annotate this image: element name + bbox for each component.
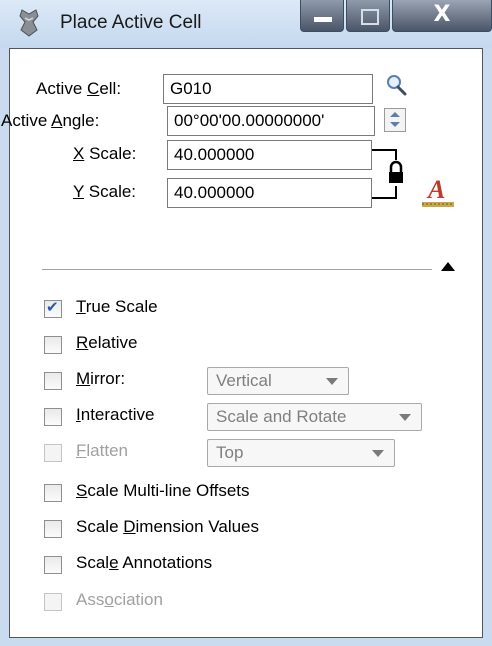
scale-multiline-checkbox[interactable] [44, 484, 62, 502]
x-scale-input[interactable]: 40.000000 [167, 140, 372, 170]
chevron-down-icon [399, 414, 411, 421]
scale-annotations-checkbox[interactable] [44, 556, 62, 574]
flatten-dropdown-value: Top [216, 443, 244, 462]
flatten-dropdown[interactable]: Top [207, 439, 395, 467]
interactive-dropdown-value: Scale and Rotate [216, 407, 347, 426]
text-style-icon[interactable]: A [420, 174, 456, 208]
mirror-checkbox[interactable] [44, 372, 62, 390]
window-frame: Place Active Cell X Active Cell: G010 Ac… [0, 0, 492, 646]
scale-annotations-label[interactable]: Scale Annotations [76, 553, 212, 573]
window-title: Place Active Cell [60, 12, 202, 33]
maximize-icon [361, 9, 379, 25]
mirror-label[interactable]: Mirror: [76, 369, 125, 389]
relative-label[interactable]: Relative [76, 333, 137, 353]
active-angle-label: Active Angle: [1, 111, 100, 130]
scale-dimension-checkbox[interactable] [44, 520, 62, 538]
interactive-dropdown[interactable]: Scale and Rotate [207, 403, 422, 431]
y-scale-label: Y Scale: [73, 182, 137, 201]
chevron-down-icon [372, 450, 384, 457]
close-button[interactable]: X [392, 0, 492, 32]
minimize-icon [314, 17, 332, 22]
true-scale-label[interactable]: True Scale [76, 297, 158, 317]
padlock-icon[interactable] [386, 160, 406, 186]
section-divider [42, 269, 432, 270]
active-cell-label: Active Cell: [36, 79, 122, 98]
minimize-button[interactable] [300, 0, 344, 32]
true-scale-checkbox[interactable] [44, 298, 62, 318]
maximize-button[interactable] [346, 0, 390, 32]
svg-text:A: A [426, 175, 445, 204]
flatten-checkbox[interactable] [44, 444, 62, 462]
spin-up-icon[interactable] [390, 112, 400, 117]
spin-down-icon[interactable] [390, 122, 400, 127]
y-scale-input[interactable]: 40.000000 [167, 178, 372, 208]
scale-multiline-label[interactable]: Scale Multi-line Offsets [76, 481, 250, 501]
close-icon: X [433, 2, 451, 27]
association-label: Association [76, 590, 163, 609]
x-scale-label: X Scale: [73, 144, 137, 163]
scale-dimension-label[interactable]: Scale Dimension Values [76, 517, 259, 537]
active-angle-input[interactable]: 00°00'00.00000000' [167, 106, 375, 136]
interactive-checkbox[interactable] [44, 408, 62, 426]
flatten-label: Flatten [76, 441, 128, 460]
app-icon [19, 9, 39, 37]
interactive-label[interactable]: Interactive [76, 405, 154, 425]
caption-buttons: X [280, 0, 492, 36]
chevron-down-icon [326, 378, 338, 385]
mirror-dropdown-value: Vertical [216, 371, 272, 390]
magnifier-icon[interactable] [384, 73, 408, 97]
collapse-arrow-icon[interactable] [441, 262, 455, 271]
active-cell-input[interactable]: G010 [163, 74, 373, 104]
angle-spinner[interactable] [384, 108, 406, 132]
mirror-dropdown[interactable]: Vertical [207, 367, 349, 395]
relative-checkbox[interactable] [44, 336, 62, 354]
association-checkbox[interactable] [44, 593, 62, 611]
title-bar[interactable]: Place Active Cell X [0, 0, 492, 48]
